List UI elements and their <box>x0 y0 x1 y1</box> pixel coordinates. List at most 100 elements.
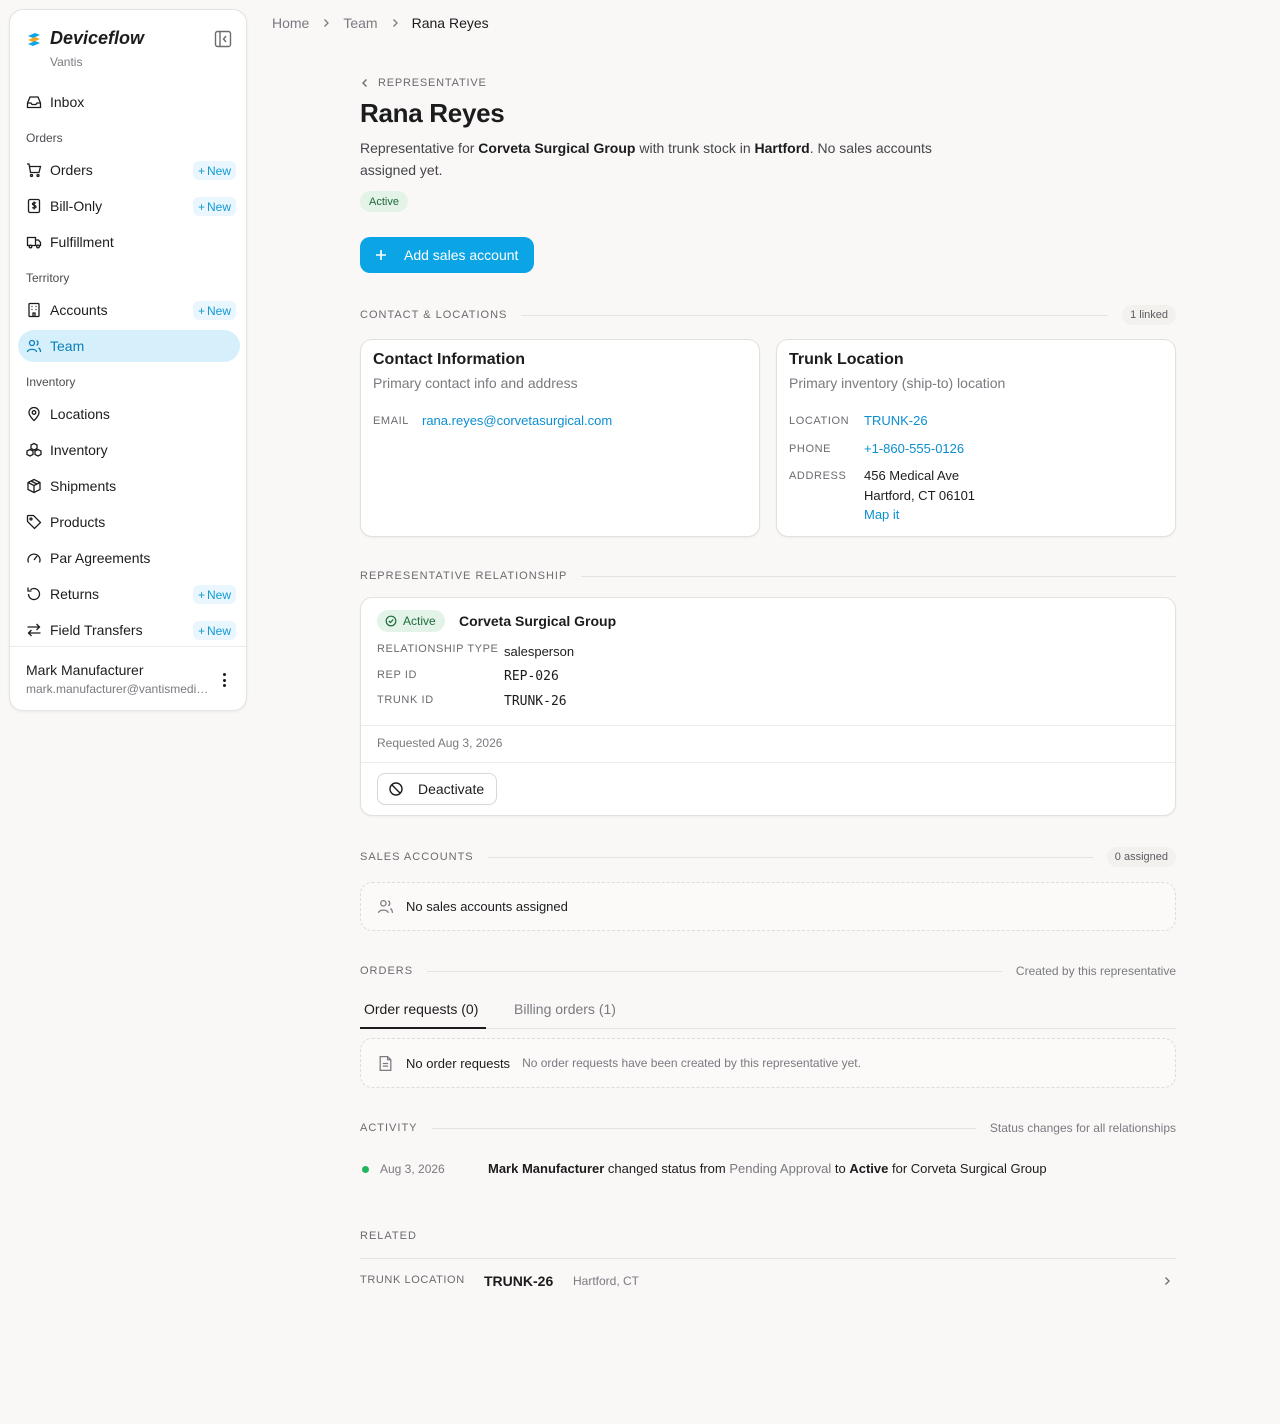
tag-icon <box>26 514 42 530</box>
sidebar-item-inbox[interactable]: Inbox <box>18 86 240 118</box>
tab-billing-orders[interactable]: Billing orders (1) <box>514 1001 616 1029</box>
tab-order-requests[interactable]: Order requests (0) <box>360 1001 486 1029</box>
new-bill-only-button[interactable]: + New <box>192 197 236 216</box>
sidebar-item-label: Orders <box>50 162 93 178</box>
plus-icon: + <box>197 199 205 214</box>
rep-id-label: REP ID <box>377 669 418 681</box>
sidebar-divider <box>10 646 246 647</box>
breadcrumb-home[interactable]: Home <box>272 15 309 31</box>
sidebar: Deviceflow Vantis Inbox Orders Orders + N… <box>9 9 247 711</box>
plus-icon <box>376 250 386 260</box>
truck-icon <box>26 236 42 249</box>
related-trunk-location-row[interactable]: TRUNK LOCATION TRUNK-26 Hartford, CT <box>360 1258 1176 1302</box>
sidebar-item-fulfillment[interactable]: Fulfillment <box>18 226 240 258</box>
divider <box>361 725 1175 726</box>
phone-link[interactable]: +1-860-555-0126 <box>864 441 964 456</box>
activity-text: Mark Manufacturer changed status from Pe… <box>488 1161 1047 1176</box>
inbox-icon <box>26 96 42 109</box>
sidebar-item-label: Fulfillment <box>50 234 114 250</box>
receipt-icon <box>27 198 41 214</box>
orders-tabs: Order requests (0) Billing orders (1) <box>360 995 1176 1029</box>
card-title: Trunk Location <box>789 351 904 368</box>
email-label: EMAIL <box>373 415 410 427</box>
plus-icon: + <box>197 587 205 602</box>
email-link[interactable]: rana.reyes@corvetasurgical.com <box>422 413 612 428</box>
add-sales-account-button[interactable]: Add sales account <box>360 237 534 273</box>
sidebar-item-products[interactable]: Products <box>18 506 240 538</box>
sidebar-item-returns[interactable]: Returns + New <box>18 578 240 610</box>
cart-icon <box>27 163 42 178</box>
sidebar-item-par-agreements[interactable]: Par Agreements <box>18 542 240 574</box>
document-icon <box>379 1055 392 1071</box>
breadcrumb-team[interactable]: Team <box>343 15 377 31</box>
related-row-label: TRUNK LOCATION <box>360 1274 465 1286</box>
page-title: Rana Reyes <box>360 98 505 128</box>
plus-icon: + <box>197 623 205 638</box>
brand[interactable]: Deviceflow <box>26 28 144 49</box>
relationship-type-label: RELATIONSHIP TYPE <box>377 643 499 655</box>
order-requests-empty-state: No order requests No order requests have… <box>360 1038 1176 1088</box>
users-icon <box>26 339 42 353</box>
sidebar-item-label: Team <box>50 338 85 354</box>
back-to-representatives-link[interactable]: REPRESENTATIVE <box>360 77 487 89</box>
user-menu-icon[interactable] <box>218 672 230 688</box>
sidebar-item-accounts[interactable]: Accounts + New <box>18 294 240 326</box>
map-it-link[interactable]: Map it <box>864 507 899 522</box>
arrows-icon <box>27 623 41 637</box>
rep-id-value: REP-026 <box>504 669 559 684</box>
sidebar-section-inventory: Inventory <box>26 375 76 389</box>
sidebar-item-label: Products <box>50 514 106 530</box>
ban-icon <box>389 782 403 796</box>
activity-entry: Aug 3, 2026 Mark Manufacturer changed st… <box>360 1160 1176 1180</box>
activity-header: ACTIVITY Status changes for all relation… <box>360 1121 1176 1135</box>
status-badge: Active <box>360 191 408 212</box>
location-link[interactable]: TRUNK-26 <box>864 413 928 428</box>
collapse-sidebar-icon[interactable] <box>214 30 232 48</box>
breadcrumb-current: Rana Reyes <box>411 15 489 31</box>
sidebar-item-shipments[interactable]: Shipments <box>18 470 240 502</box>
building-icon <box>28 302 40 318</box>
relationship-company: Corveta Surgical Group <box>459 613 617 629</box>
relationship-card: Active Corveta Surgical Group RELATIONSH… <box>360 597 1176 816</box>
org-name: Vantis <box>50 55 83 69</box>
page-description: Representative for Corveta Surgical Grou… <box>360 140 932 178</box>
trunk-id-value: TRUNK-26 <box>504 694 567 709</box>
sidebar-item-label: Inventory <box>50 442 108 458</box>
empty-state-description: No order requests have been created by t… <box>522 1056 861 1070</box>
breadcrumb: Home Team Rana Reyes <box>272 15 489 31</box>
sidebar-section-territory: Territory <box>26 271 70 285</box>
contact-locations-header: CONTACT & LOCATIONS 1 linked <box>360 305 1176 325</box>
activity-meta: Status changes for all relationships <box>989 1121 1176 1135</box>
sidebar-item-inventory[interactable]: Inventory <box>18 434 240 466</box>
user-email: mark.manufacturer@vantismedical.com <box>26 682 210 696</box>
map-pin-icon <box>28 406 40 422</box>
deviceflow-logo-icon <box>28 32 40 46</box>
sidebar-item-orders[interactable]: Orders + New <box>18 154 240 186</box>
location-label: LOCATION <box>789 415 850 427</box>
rotate-icon <box>27 587 41 601</box>
users-icon <box>377 900 394 914</box>
deactivate-button[interactable]: Deactivate <box>377 773 497 805</box>
new-return-button[interactable]: + New <box>192 585 236 604</box>
sidebar-item-bill-only[interactable]: Bill-Only + New <box>18 190 240 222</box>
chevron-right-icon <box>324 19 330 27</box>
sidebar-item-locations[interactable]: Locations <box>18 398 240 430</box>
sidebar-item-label: Locations <box>50 406 110 422</box>
sidebar-item-team[interactable]: Team <box>18 330 240 362</box>
requested-date: Requested Aug 3, 2026 <box>377 736 503 750</box>
new-field-transfer-button[interactable]: + New <box>192 621 236 640</box>
related-header: RELATED <box>360 1230 417 1242</box>
new-order-button[interactable]: + New <box>192 161 236 180</box>
sidebar-item-field-transfers[interactable]: Field Transfers + New <box>18 614 240 646</box>
address-line-1: 456 Medical Ave <box>864 468 960 483</box>
app-name: Deviceflow <box>50 28 145 48</box>
sidebar-item-label: Field Transfers <box>50 622 143 638</box>
activity-dot <box>362 1166 369 1173</box>
sidebar-item-label: Returns <box>50 586 100 602</box>
gauge-icon <box>27 553 41 563</box>
assigned-count-badge: 0 assigned <box>1106 847 1176 867</box>
sidebar-item-label: Par Agreements <box>50 550 151 566</box>
new-account-button[interactable]: + New <box>192 301 236 320</box>
trunk-id-label: TRUNK ID <box>377 694 434 706</box>
relationship-header: REPRESENTATIVE RELATIONSHIP <box>360 568 1176 584</box>
